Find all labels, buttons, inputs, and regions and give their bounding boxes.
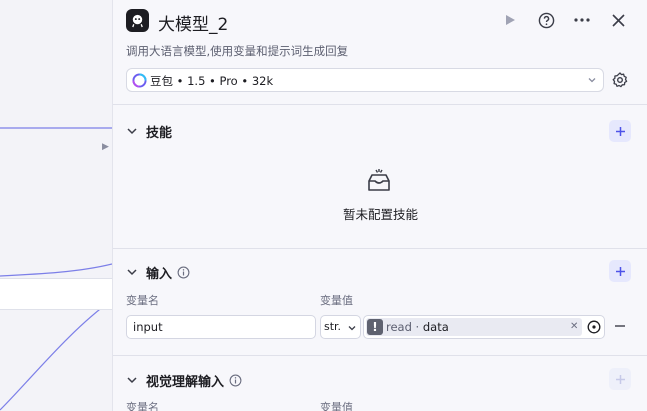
play-icon[interactable] [499,9,521,31]
vision-input-section-header[interactable]: 视觉理解输入 [126,370,242,390]
model-select[interactable]: 豆包 • 1.5 • Pro • 32k [126,68,604,92]
help-circle-icon[interactable] [535,9,557,31]
add-skill-button[interactable] [609,120,631,142]
canvas-node[interactable] [0,278,112,310]
chevron-down-icon [348,326,356,331]
chevron-down-icon [588,78,596,83]
chevron-down-icon [127,377,137,384]
more-horizontal-icon[interactable] [571,9,593,31]
gear-icon[interactable] [611,71,629,89]
col-variable-value: 变量值 [320,294,353,307]
app-root: ▶ 大模型_2 调用大语言模型,使用变量和提示词生成回复 豆包 • 1.5 • … [0,0,647,411]
add-input-button[interactable] [609,260,631,282]
reference-text: read · data [386,320,449,334]
col-variable-name: 变量名 [126,401,159,411]
variable-type-select[interactable]: str. [320,315,361,339]
plus-icon [615,126,625,136]
skills-empty-text: 暂未配置技能 [342,207,418,222]
variable-reference-field[interactable]: ! read · data ✕ [363,315,605,339]
variable-name-input[interactable]: input [126,315,316,339]
add-vision-input-button[interactable] [609,368,631,390]
chevron-down-icon [127,128,137,135]
reference-chip[interactable]: ! read · data ✕ [366,318,582,336]
chevron-down-icon [127,269,137,276]
col-variable-name: 变量名 [126,294,159,307]
panel-header: 大模型_2 调用大语言模型,使用变量和提示词生成回复 [113,0,647,66]
plus-icon [615,374,625,384]
reference-field: data [422,320,449,334]
model-select-value: 豆包 • 1.5 • Pro • 32k [150,74,274,88]
variable-type-value: str. [324,320,342,333]
vision-input-title: 视觉理解输入 [146,374,225,390]
info-icon[interactable] [177,266,190,279]
node-description[interactable]: 调用大语言模型,使用变量和提示词生成回复 [126,43,348,59]
canvas-expand-icon[interactable]: ▶ [102,142,109,152]
skills-title: 技能 [146,125,173,141]
reference-node: read [386,320,412,334]
node-title[interactable]: 大模型_2 [158,10,228,35]
workflow-canvas[interactable]: ▶ [0,0,112,411]
col-variable-value: 变量值 [320,401,353,411]
section-divider [113,355,647,356]
target-icon[interactable] [587,320,601,334]
section-divider [113,248,647,249]
warning-icon: ! [367,319,383,335]
doubao-model-icon [132,73,147,88]
input-section-header[interactable]: 输入 [126,262,190,282]
empty-box-icon [368,169,390,191]
clear-icon[interactable]: ✕ [570,321,578,332]
canvas-edges [0,127,112,411]
plus-icon [615,266,625,276]
section-divider [113,104,647,105]
reference-separator: · [411,320,423,334]
remove-variable-icon[interactable] [613,319,627,333]
close-icon[interactable] [607,9,629,31]
input-title: 输入 [146,266,173,282]
robot-icon [126,9,149,32]
node-config-panel: 大模型_2 调用大语言模型,使用变量和提示词生成回复 豆包 • 1.5 • Pr… [112,0,647,411]
info-icon[interactable] [229,374,242,387]
skills-section-header[interactable]: 技能 [126,121,172,141]
